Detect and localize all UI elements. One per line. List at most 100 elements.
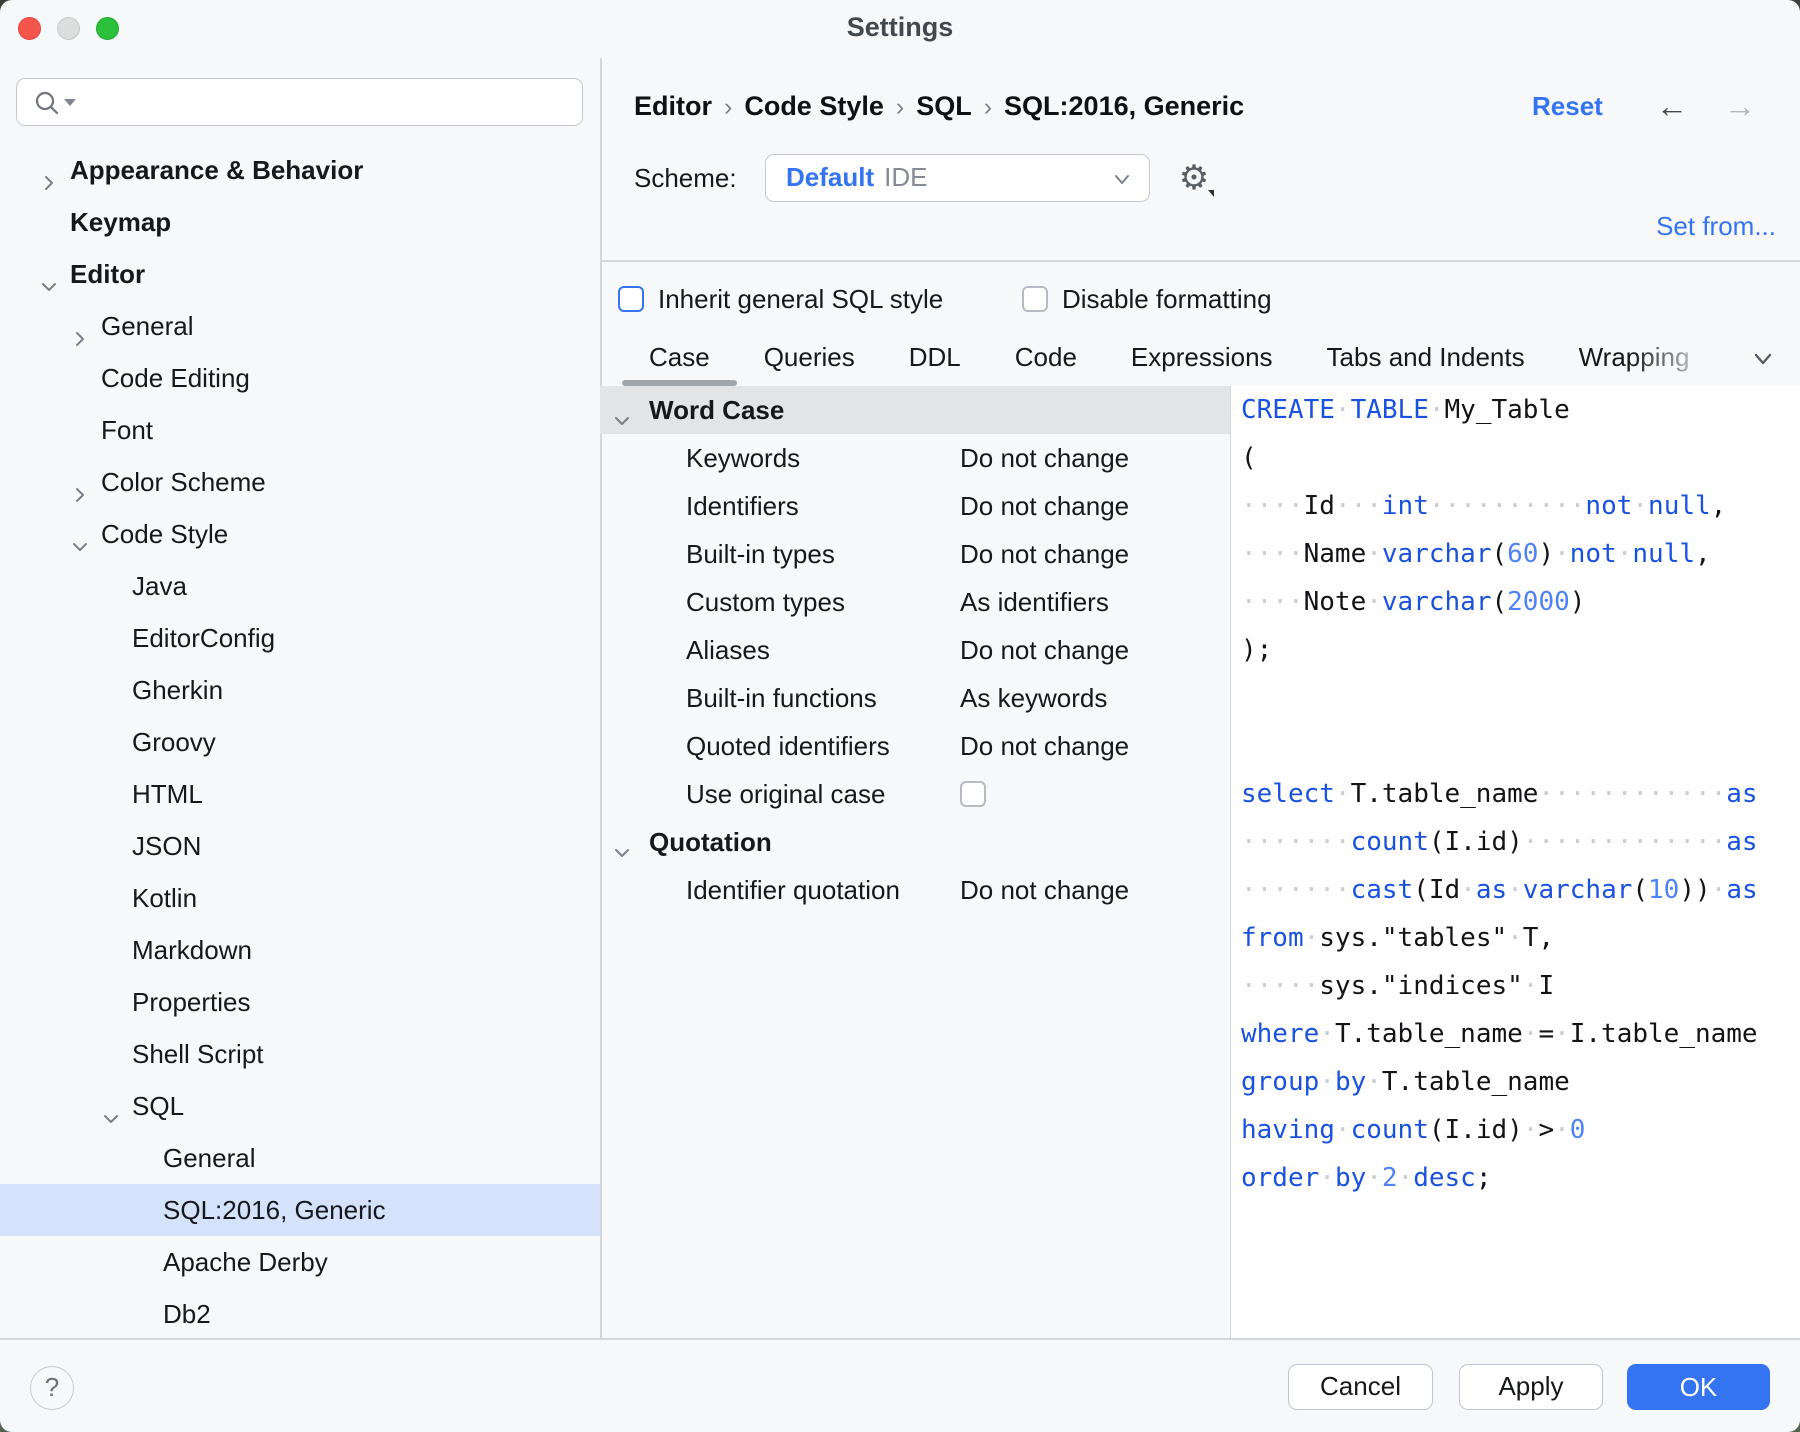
sidebar-item-properties[interactable]: Properties: [0, 976, 600, 1028]
sidebar-item-color-scheme[interactable]: Color Scheme: [0, 456, 600, 508]
setting-row-quoted-identifiers: Quoted identifiersDo not change: [600, 722, 1230, 770]
chevron-down-icon[interactable]: [611, 842, 633, 864]
sidebar-item-appearance-behavior[interactable]: Appearance & Behavior: [0, 144, 600, 196]
sidebar-item-java[interactable]: Java: [0, 560, 600, 612]
setting-label: Identifiers: [686, 482, 799, 530]
ok-button[interactable]: OK: [1627, 1364, 1770, 1410]
chevron-down-icon[interactable]: [100, 1108, 122, 1130]
sidebar-item-label: SQL:2016, Generic: [163, 1195, 386, 1225]
breadcrumb-item-editor[interactable]: Editor: [634, 91, 712, 121]
tab-case[interactable]: Case: [622, 330, 737, 386]
code-line: ·····sys."indices"·I: [1231, 962, 1800, 1010]
scheme-gear-button[interactable]: ⚙: [1172, 156, 1216, 200]
group-title: Word Case: [649, 395, 784, 425]
apply-button[interactable]: Apply: [1459, 1364, 1603, 1410]
chevron-down-icon[interactable]: [69, 536, 91, 558]
tab-tabs-and-indents[interactable]: Tabs and Indents: [1300, 330, 1552, 386]
sidebar-item-shell-script[interactable]: Shell Script: [0, 1028, 600, 1080]
sidebar-item-keymap[interactable]: Keymap: [0, 196, 600, 248]
search-field[interactable]: [16, 78, 583, 126]
setting-value-custom-types[interactable]: As identifiers: [960, 578, 1109, 626]
code-preview: CREATE·TABLE·My_Table(····Id···int······…: [1230, 386, 1800, 1338]
sidebar-item-font[interactable]: Font: [0, 404, 600, 456]
search-input[interactable]: [97, 83, 571, 121]
forward-arrow-button[interactable]: →: [1718, 84, 1762, 128]
group-header-quotation[interactable]: Quotation: [600, 818, 1230, 866]
chevron-right-icon[interactable]: [69, 484, 91, 506]
sidebar-item-label: Keymap: [70, 207, 171, 237]
setting-label: Use original case: [686, 770, 885, 818]
setting-value-quoted-identifiers[interactable]: Do not change: [960, 722, 1129, 770]
sidebar-item-kotlin[interactable]: Kotlin: [0, 872, 600, 924]
disable-formatting-option: Disable formatting: [1022, 282, 1272, 312]
sidebar-item-apache-derby[interactable]: Apache Derby: [0, 1236, 600, 1288]
breadcrumb-item-sql[interactable]: SQL: [916, 91, 972, 121]
scheme-select[interactable]: DefaultIDE: [765, 154, 1150, 202]
help-button[interactable]: ?: [30, 1366, 74, 1410]
sidebar-item-sql[interactable]: SQL: [0, 1080, 600, 1132]
set-from-link[interactable]: Set from...: [1656, 206, 1776, 246]
setting-value-built-in-types[interactable]: Do not change: [960, 530, 1129, 578]
chevron-right-icon[interactable]: [38, 172, 60, 194]
group-header-word-case[interactable]: Word Case: [600, 386, 1230, 434]
tab-overflow-button[interactable]: [1748, 344, 1784, 374]
sidebar-item-json[interactable]: JSON: [0, 820, 600, 872]
sidebar-item-markdown[interactable]: Markdown: [0, 924, 600, 976]
tab-ddl[interactable]: DDL: [882, 330, 988, 386]
tab-code[interactable]: Code: [988, 330, 1104, 386]
setting-value-keywords[interactable]: Do not change: [960, 434, 1129, 482]
search-history-caret-icon[interactable]: [64, 99, 76, 106]
disable-formatting-label: Disable formatting: [1062, 284, 1272, 314]
sidebar-item-editorconfig[interactable]: EditorConfig: [0, 612, 600, 664]
question-icon: ?: [45, 1372, 59, 1402]
cancel-button[interactable]: Cancel: [1288, 1364, 1433, 1410]
breadcrumb-item-sql-2016-generic[interactable]: SQL:2016, Generic: [1004, 91, 1244, 121]
inherit-sql-style-option: Inherit general SQL style: [618, 282, 943, 312]
window-title: Settings: [0, 12, 1800, 43]
back-arrow-button[interactable]: ←: [1650, 84, 1694, 128]
gear-dropdown-icon: [1208, 190, 1214, 197]
code-line: from·sys."tables"·T,: [1231, 914, 1800, 962]
sidebar-item-label: Code Style: [101, 519, 228, 549]
chevron-down-icon[interactable]: [611, 410, 633, 432]
chevron-down-icon: [1109, 166, 1135, 192]
setting-row-use-original-case: Use original case: [600, 770, 1230, 818]
sidebar-item-label: Shell Script: [132, 1039, 264, 1069]
setting-value-identifiers[interactable]: Do not change: [960, 482, 1129, 530]
sidebar-item-groovy[interactable]: Groovy: [0, 716, 600, 768]
sidebar-item-code-editing[interactable]: Code Editing: [0, 352, 600, 404]
setting-value-identifier-quotation[interactable]: Do not change: [960, 866, 1129, 914]
chevron-down-icon[interactable]: [38, 276, 60, 298]
setting-value-aliases[interactable]: Do not change: [960, 626, 1129, 674]
sidebar-item-general[interactable]: General: [0, 1132, 600, 1184]
tab-queries[interactable]: Queries: [737, 330, 882, 386]
sidebar-item-gherkin[interactable]: Gherkin: [0, 664, 600, 716]
group-title: Quotation: [649, 827, 772, 857]
sidebar-item-general[interactable]: General: [0, 300, 600, 352]
disable-formatting-checkbox[interactable]: [1022, 286, 1048, 312]
sidebar-item-label: SQL: [132, 1091, 184, 1121]
chevron-right-icon[interactable]: [69, 328, 91, 350]
tab-wrapping[interactable]: Wrapping: [1552, 330, 1717, 386]
setting-row-identifiers: Identifiers Do not change: [600, 482, 1230, 530]
code-line: ·······count(I.id)·············as: [1231, 818, 1800, 866]
inherit-sql-style-checkbox[interactable]: [618, 286, 644, 312]
tab-expressions[interactable]: Expressions: [1104, 330, 1300, 386]
setting-value-built-in-functions[interactable]: As keywords: [960, 674, 1107, 722]
sidebar-item-code-style[interactable]: Code Style: [0, 508, 600, 560]
code-line: [1231, 722, 1800, 770]
sidebar-item-label: General: [101, 311, 194, 341]
scheme-label: Scheme:: [634, 156, 737, 200]
reset-link[interactable]: Reset: [1532, 86, 1603, 126]
breadcrumb-item-code-style[interactable]: Code Style: [744, 91, 884, 121]
setting-row-built-in-functions: Built-in functionsAs keywords: [600, 674, 1230, 722]
sidebar-item-db2[interactable]: Db2: [0, 1288, 600, 1338]
sidebar-item-label: HTML: [132, 779, 203, 809]
setting-label: Identifier quotation: [686, 866, 900, 914]
setting-checkbox-use-original-case[interactable]: [960, 781, 986, 807]
sidebar-item-editor[interactable]: Editor: [0, 248, 600, 300]
setting-label: Aliases: [686, 626, 770, 674]
sidebar-item-sql-2016-generic[interactable]: SQL:2016, Generic: [0, 1184, 600, 1236]
sidebar-item-html[interactable]: HTML: [0, 768, 600, 820]
sidebar-item-label: Markdown: [132, 935, 252, 965]
